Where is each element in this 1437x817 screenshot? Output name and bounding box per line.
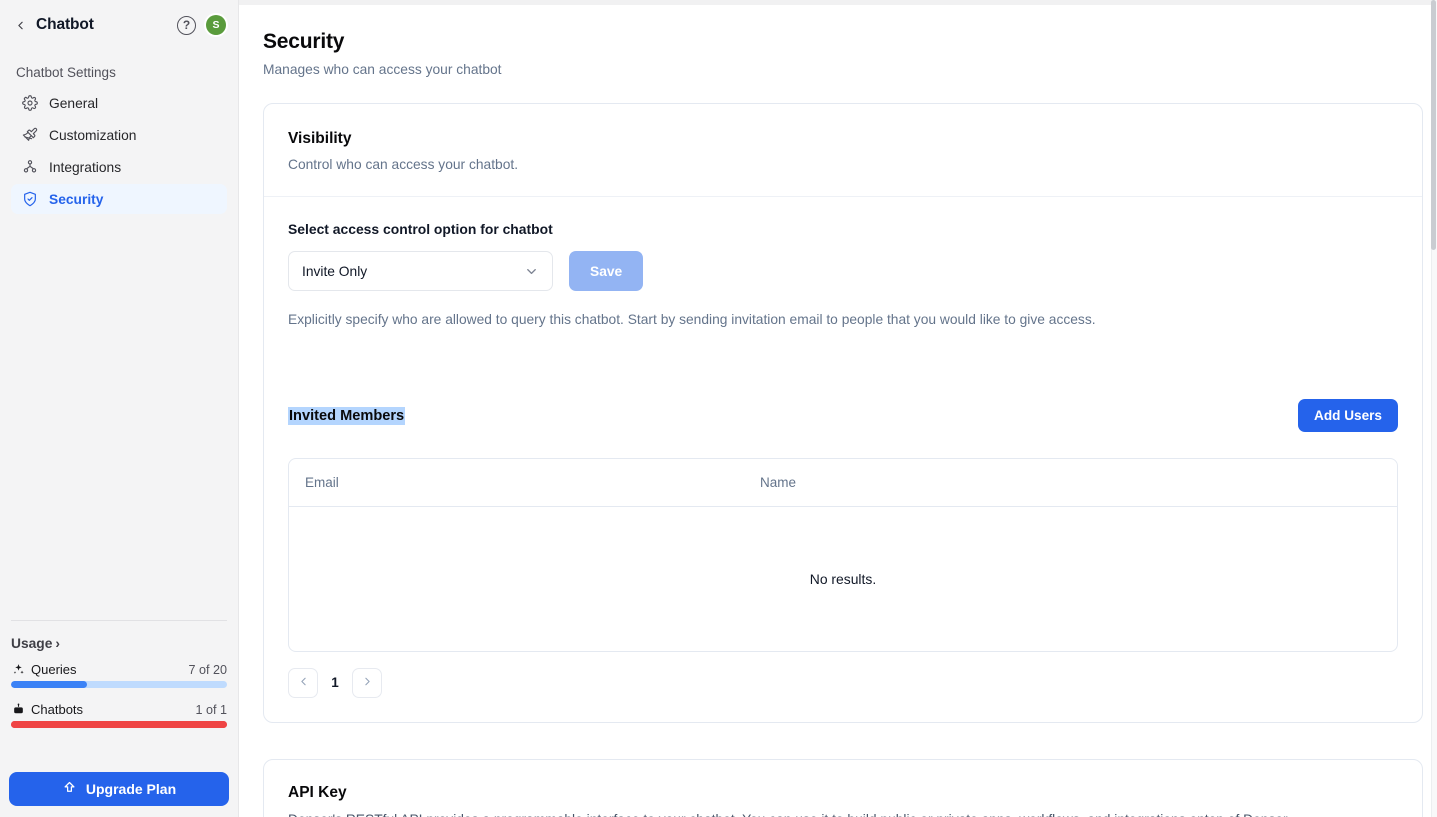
usage-row-chatbots: Chatbots 1 of 1 — [11, 702, 227, 717]
sidebar-divider — [11, 620, 227, 621]
access-control-select[interactable]: Invite Only — [288, 251, 553, 291]
table-empty-row: No results. — [289, 507, 1397, 651]
sidebar-item-label: Integrations — [49, 160, 121, 175]
visibility-title: Visibility — [288, 130, 1398, 148]
api-key-card-body: API Key Denser's RESTful API provides a … — [264, 760, 1422, 817]
visibility-card-header: Visibility Control who can access your c… — [264, 104, 1422, 197]
invited-members-table: Email Name No results. — [288, 458, 1398, 652]
table-header: Email Name — [289, 459, 1397, 507]
chevron-right-icon — [361, 675, 374, 691]
add-users-button[interactable]: Add Users — [1298, 399, 1398, 432]
access-control-helper-text: Explicitly specify who are allowed to qu… — [288, 312, 1398, 327]
sidebar-nav: General Customization Integrations Secur… — [0, 88, 238, 214]
usage-count: 1 of 1 — [195, 703, 227, 717]
main-inner: Security Manages who can access your cha… — [239, 0, 1437, 817]
visibility-card: Visibility Control who can access your c… — [263, 103, 1423, 723]
invited-members-title: Invited Members — [288, 407, 405, 425]
access-control-label: Select access control option for chatbot — [288, 221, 1398, 237]
paintbrush-icon — [21, 127, 38, 144]
sidebar-header-actions: ? S — [177, 15, 226, 35]
pagination: 1 — [288, 668, 1398, 698]
usage-section: Usage › Queries 7 of 20 — [0, 636, 238, 742]
usage-bar-fill — [11, 721, 227, 728]
sidebar-item-integrations[interactable]: Integrations — [11, 152, 227, 182]
chevron-left-icon — [297, 675, 310, 691]
shield-check-icon — [21, 191, 38, 208]
main-content: Security Manages who can access your cha… — [239, 0, 1437, 817]
chevron-down-icon — [524, 264, 539, 279]
page-subtitle: Manages who can access your chatbot — [263, 62, 1437, 77]
chevron-right-icon: › — [55, 636, 60, 651]
access-control-selected-value: Invite Only — [302, 264, 367, 279]
integrations-icon — [21, 159, 38, 176]
invited-members-header: Invited Members Add Users — [288, 399, 1398, 432]
help-icon[interactable]: ? — [177, 16, 196, 35]
save-button[interactable]: Save — [569, 251, 643, 291]
api-key-card: API Key Denser's RESTful API provides a … — [263, 759, 1423, 817]
page-title: Security — [263, 0, 1437, 54]
usage-title: Usage — [11, 636, 52, 651]
sparkle-icon — [11, 663, 25, 677]
gear-icon — [21, 95, 38, 112]
app-title: Chatbot — [36, 16, 94, 34]
table-body: No results. — [289, 507, 1397, 651]
usage-bar-chatbots — [11, 721, 227, 728]
table-header-row: Email Name — [289, 459, 1397, 507]
column-header-name: Name — [744, 459, 1397, 507]
sidebar-header: Chatbot ? S — [0, 0, 238, 50]
column-header-email: Email — [289, 459, 744, 507]
sidebar-item-label: Customization — [49, 128, 136, 143]
sidebar-item-customization[interactable]: Customization — [11, 120, 227, 150]
usage-count: 7 of 20 — [188, 663, 227, 677]
sidebar-item-security[interactable]: Security — [11, 184, 227, 214]
avatar[interactable]: S — [206, 15, 226, 35]
sidebar-item-label: Security — [49, 192, 103, 207]
pagination-current-page: 1 — [328, 675, 342, 690]
pagination-prev-button[interactable] — [288, 668, 318, 698]
sidebar-section-label: Chatbot Settings — [0, 50, 238, 88]
table-empty-message: No results. — [289, 507, 1397, 651]
api-key-title: API Key — [288, 784, 1398, 802]
upload-arrow-icon — [62, 780, 77, 798]
chevron-left-icon[interactable] — [12, 17, 28, 33]
visibility-card-body: Select access control option for chatbot… — [264, 197, 1422, 722]
pagination-next-button[interactable] — [352, 668, 382, 698]
upgrade-plan-label: Upgrade Plan — [86, 781, 176, 797]
sidebar-item-general[interactable]: General — [11, 88, 227, 118]
sidebar: Chatbot ? S Chatbot Settings General Cus… — [0, 0, 239, 817]
usage-label: Chatbots — [31, 702, 83, 717]
app-root: Chatbot ? S Chatbot Settings General Cus… — [0, 0, 1437, 817]
usage-label: Queries — [31, 662, 77, 677]
upgrade-plan-button[interactable]: Upgrade Plan — [9, 772, 229, 806]
sidebar-item-label: General — [49, 96, 98, 111]
usage-header[interactable]: Usage › — [11, 636, 227, 651]
access-control-row: Invite Only Save — [288, 251, 1398, 291]
usage-bar-fill — [11, 681, 87, 688]
visibility-description: Control who can access your chatbot. — [288, 157, 1398, 172]
api-key-description: Denser's RESTful API provides a programm… — [288, 812, 1398, 817]
usage-bar-queries — [11, 681, 227, 688]
robot-icon — [11, 703, 25, 717]
usage-row-queries: Queries 7 of 20 — [11, 662, 227, 677]
